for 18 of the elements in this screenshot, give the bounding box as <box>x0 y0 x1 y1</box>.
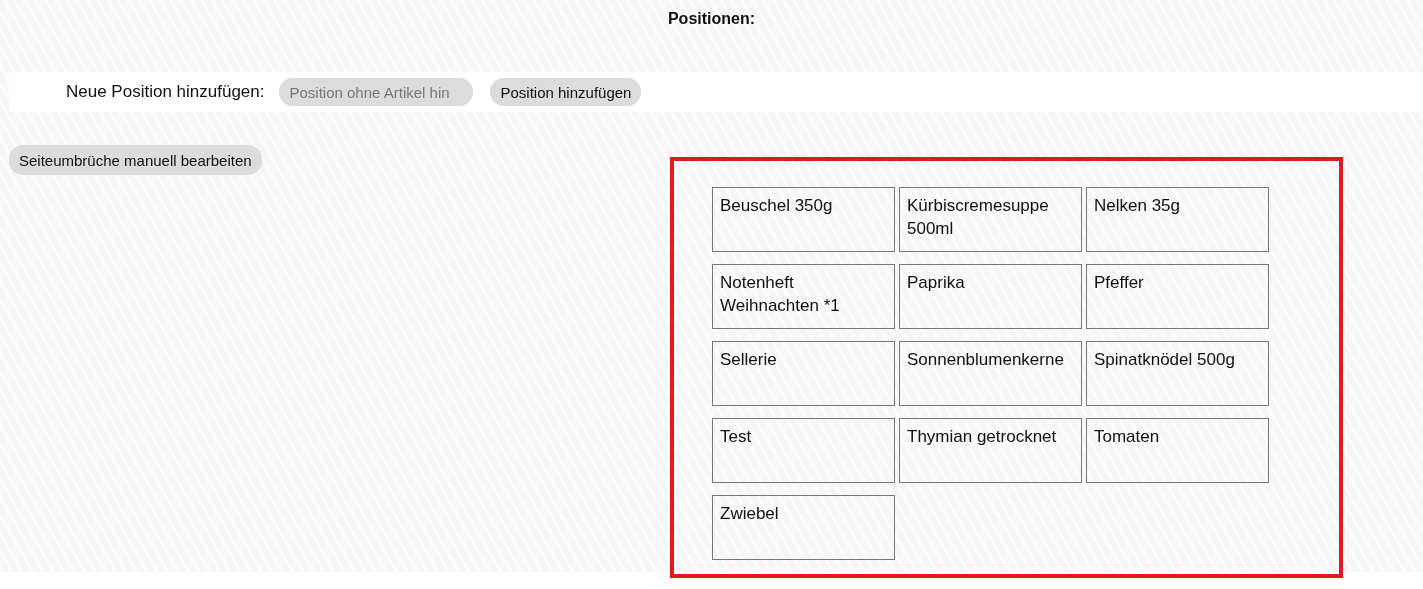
item-tile[interactable]: Paprika <box>899 264 1082 329</box>
add-position-button[interactable]: Position hinzufügen <box>490 78 642 106</box>
section-title: Positionen: <box>667 10 756 29</box>
item-tile[interactable]: Tomaten <box>1086 418 1269 483</box>
item-tile[interactable]: Sonnenblumenkerne <box>899 341 1082 406</box>
item-tile[interactable]: Zwiebel <box>712 495 895 560</box>
item-tile[interactable]: Test <box>712 418 895 483</box>
item-tile[interactable]: Beuschel 350g <box>712 187 895 252</box>
page-break-button[interactable]: Seiteumbrüche manuell bearbeiten <box>9 145 262 175</box>
item-tile[interactable]: Spinatknödel 500g <box>1086 341 1269 406</box>
item-tile[interactable]: Pfeffer <box>1086 264 1269 329</box>
item-tile[interactable]: Sellerie <box>712 341 895 406</box>
add-position-label: Neue Position hinzufügen: <box>66 82 265 102</box>
item-tile[interactable]: Kürbiscremesuppe 500ml <box>899 187 1082 252</box>
position-input[interactable]: Position ohne Artikel hin <box>279 78 474 106</box>
item-tile[interactable]: Thymian getrocknet <box>899 418 1082 483</box>
item-tile[interactable]: Notenheft Weihnachten *1 <box>712 264 895 329</box>
item-tile[interactable]: Nelken 35g <box>1086 187 1269 252</box>
